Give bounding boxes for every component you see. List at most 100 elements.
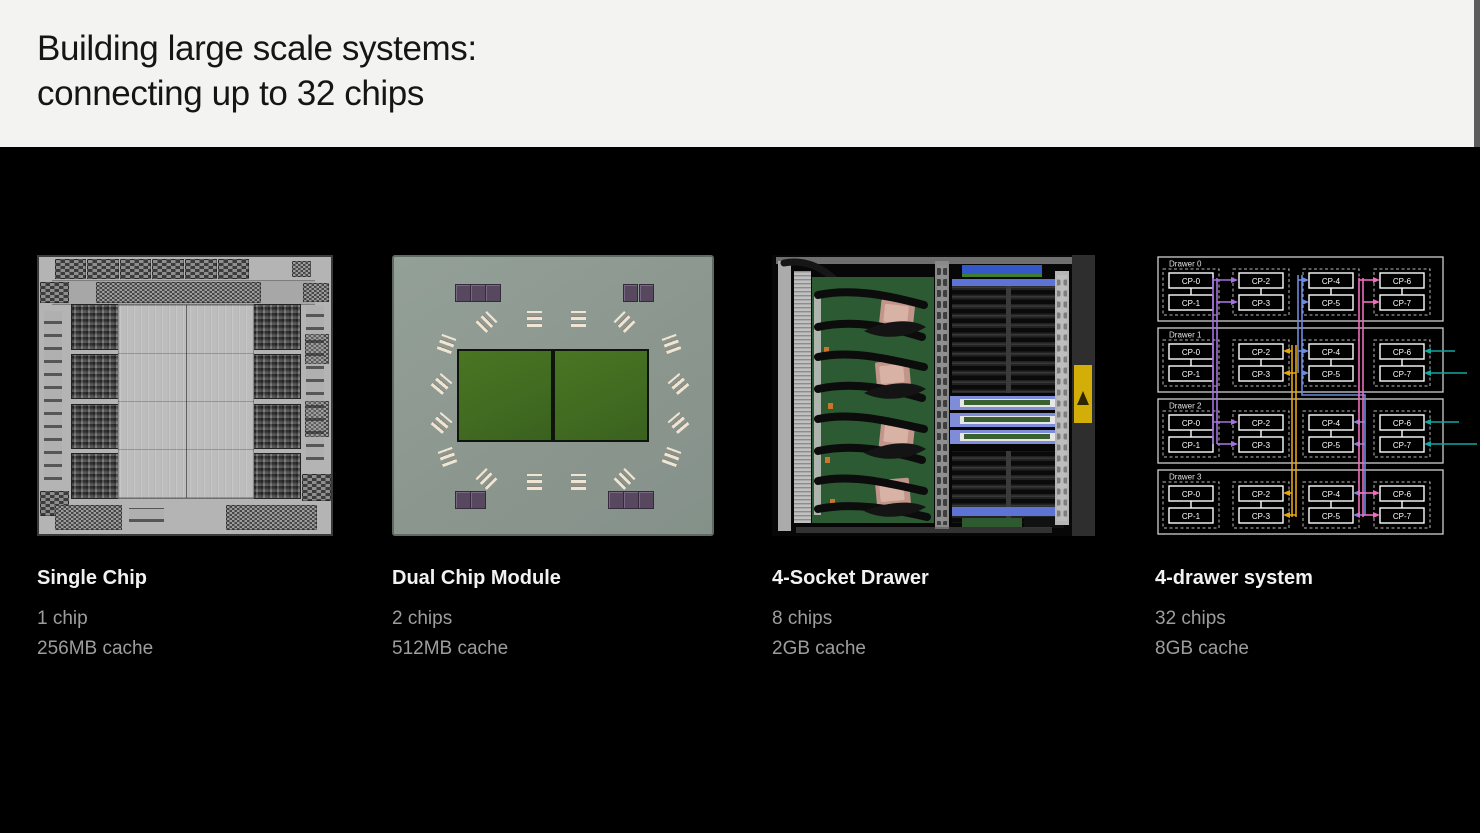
four-drawer-topology-diagram: Drawer 0CP-0CP-1CP-2CP-3CP-4CP-5CP-6CP-7…: [1155, 255, 1480, 536]
title-banner: Building large scale systems: connecting …: [0, 0, 1474, 147]
panel-4-drawer-system: Drawer 0CP-0CP-1CP-2CP-3CP-4CP-5CP-6CP-7…: [1155, 255, 1480, 664]
riser-cards: [950, 396, 1068, 444]
die-top-io-cluster: [55, 259, 87, 279]
panel-chip-count: 32 chips: [1155, 604, 1480, 634]
dcm-capacitor-cluster: [430, 373, 452, 395]
dcm-capacitor-cluster: [438, 447, 458, 467]
drawer-topology-graphic: Drawer 0CP-0CP-1CP-2CP-3CP-4CP-5CP-6CP-7…: [1155, 255, 1480, 536]
panel-title: 4-drawer system: [1155, 566, 1480, 590]
panel-title: 4-Socket Drawer: [772, 566, 1095, 590]
die-bottom-strip: [129, 508, 165, 522]
cp-label: CP-2: [1252, 419, 1271, 428]
dcm-capacitor-cluster: [430, 412, 452, 434]
cp-label: CP-1: [1182, 441, 1201, 450]
dcm-capacitor-cluster: [667, 373, 689, 395]
drawer-label: Drawer 2: [1169, 402, 1202, 411]
dcm-corner-chip: [639, 284, 655, 302]
single-chip-die-photo: [37, 255, 333, 536]
die-bottom-cluster: [226, 505, 317, 529]
die-bottom-cluster: [55, 505, 122, 529]
cp-label: CP-3: [1252, 512, 1271, 521]
io-card-pcb-edge: [962, 274, 1042, 277]
cp-label: CP-0: [1182, 490, 1201, 499]
banner-right-edge: [1474, 0, 1480, 147]
bottom-pcb-edge: [962, 518, 1022, 527]
cp-label: CP-0: [1182, 419, 1201, 428]
slide: Building large scale systems: connecting …: [0, 0, 1480, 833]
link-blue: [1302, 275, 1365, 515]
cp-label: CP-2: [1252, 277, 1271, 286]
die-core-block: [71, 304, 119, 350]
drawer-left-heatsink-rail: [794, 271, 811, 523]
dcm-corner-chip: [638, 491, 654, 509]
cp-label: CP-6: [1393, 419, 1412, 428]
die-core-block: [71, 354, 119, 400]
panel-cache-size: 512MB cache: [392, 634, 714, 664]
dcm-die-right: [553, 349, 649, 442]
die-top-io-cluster: [185, 259, 217, 279]
die-core-block: [253, 304, 301, 350]
slide-title: Building large scale systems: connecting …: [0, 0, 1474, 116]
dcm-die-left: [457, 349, 553, 442]
cp-label: CP-3: [1252, 299, 1271, 308]
cp-label: CP-1: [1182, 299, 1201, 308]
cp-label: CP-5: [1322, 441, 1341, 450]
cp-label: CP-4: [1322, 277, 1341, 286]
dcm-capacitor-cluster: [662, 334, 682, 354]
copper-pad: [825, 457, 830, 463]
cp-label: CP-3: [1252, 370, 1271, 379]
drawer-label: Drawer 1: [1169, 331, 1202, 340]
center-rail-slots: [937, 265, 947, 525]
panel-title: Dual Chip Module: [392, 566, 714, 590]
dual-chip-module-photo: [392, 255, 714, 536]
die-upper-band-logic: [96, 282, 261, 304]
cp-label: CP-3: [1252, 441, 1271, 450]
panel-single-chip: Single Chip 1 chip 256MB cache: [37, 255, 333, 664]
dcm-corner-chip: [623, 491, 639, 509]
panel-chip-count: 2 chips: [392, 604, 714, 634]
die-core-block: [71, 453, 119, 499]
die-core-block: [253, 354, 301, 400]
die-edge-cluster: [303, 283, 329, 302]
dcm-corner-chip: [485, 284, 501, 302]
dcm-capacitor-cluster: [527, 474, 542, 490]
cp-label: CP-7: [1393, 299, 1412, 308]
die-core-block: [253, 404, 301, 450]
dcm-corner-chip: [455, 284, 471, 302]
dcm-capacitor-cluster: [667, 412, 689, 434]
panel-chip-count: 8 chips: [772, 604, 1095, 634]
copper-pad: [828, 403, 833, 409]
slide-title-line1: Building large scale systems:: [37, 29, 477, 68]
cp-label: CP-0: [1182, 348, 1201, 357]
die-top-io-cluster: [218, 259, 250, 279]
dcm-corner-chip: [608, 491, 624, 509]
dcm-capacitor-cluster: [571, 474, 586, 490]
cp-label: CP-6: [1393, 348, 1412, 357]
dimm-bank-bottom-clip: [952, 507, 1064, 516]
drawer-top-rail: [776, 257, 1080, 264]
drawer-left-rail: [778, 261, 791, 531]
cp-label: CP-7: [1393, 441, 1412, 450]
die-core-block: [71, 404, 119, 450]
cp-label: CP-6: [1393, 490, 1412, 499]
cp-label: CP-4: [1322, 419, 1341, 428]
die-top-io-cluster: [87, 259, 119, 279]
chip-die-image: [37, 255, 333, 536]
cp-label: CP-2: [1252, 490, 1271, 499]
cp-label: CP-1: [1182, 370, 1201, 379]
die-edge-cluster: [302, 474, 331, 501]
panel-cache-size: 256MB cache: [37, 634, 333, 664]
dcm-corner-chip: [470, 284, 486, 302]
dcm-capacitor-cluster: [662, 447, 682, 467]
cp-label: CP-7: [1393, 512, 1412, 521]
server-drawer-image: [772, 255, 1095, 536]
slide-title-line2: connecting up to 32 chips: [37, 74, 424, 113]
cp-label: CP-5: [1322, 512, 1341, 521]
panel-title: Single Chip: [37, 566, 333, 590]
panel-chip-count: 1 chip: [37, 604, 333, 634]
dcm-corner-chip: [623, 284, 639, 302]
cp-label: CP-5: [1322, 370, 1341, 379]
panel-dual-chip-module: Dual Chip Module 2 chips 512MB cache: [392, 255, 714, 664]
die-top-io-cluster: [120, 259, 152, 279]
dcm-substrate-image: [392, 255, 714, 536]
